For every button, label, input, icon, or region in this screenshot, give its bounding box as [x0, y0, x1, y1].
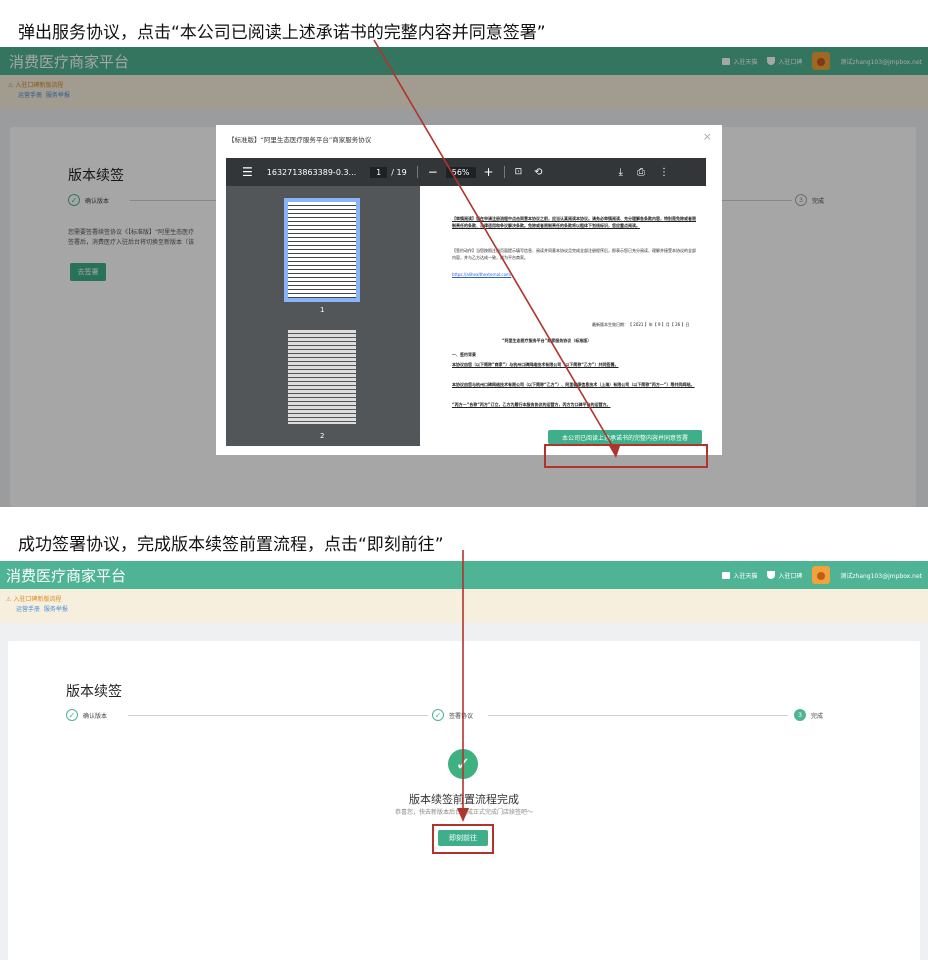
step-confirm-version-2: ✓ 确认版本 — [66, 709, 107, 721]
warning-icon: ⚠ — [6, 596, 12, 603]
check-icon: ✓ — [432, 709, 444, 721]
manual-link-2[interactable]: 运营手册 — [16, 606, 40, 613]
doc-link[interactable]: https://alihealthexternal.com/ — [452, 272, 511, 279]
check-icon: ✓ — [66, 709, 78, 721]
doc-item-3: “丙方一”合称“丙方”订立，乙方为履行本服务协议的运营方，丙方为口碑平台的运营方… — [452, 402, 611, 407]
close-icon[interactable]: × — [703, 130, 712, 143]
nav-shop-2[interactable]: 入驻天猫 — [722, 571, 757, 580]
step3-number-2: 3 — [794, 709, 806, 721]
agree-sign-button[interactable]: 本公司已阅读上述承诺书的完整内容并同意签署 — [548, 430, 702, 444]
thumbnail-2-number: 2 — [320, 432, 325, 440]
divider — [416, 166, 418, 178]
notice-line1-text-2: 入驻口碑新版流程 — [13, 596, 62, 603]
nav-reg-2[interactable]: 入驻口碑 — [767, 571, 802, 580]
notice-line1-2[interactable]: ⚠ 入驻口碑新版流程 — [6, 594, 61, 603]
zoom-in-icon[interactable]: + — [484, 165, 494, 179]
done-title: 版本续签前置流程完成 — [409, 793, 519, 806]
page-title-2: 版本续签 — [66, 684, 122, 700]
caption-top: 弹出服务协议，点击“本公司已阅读上述承诺书的完整内容并同意签署” — [18, 23, 546, 43]
menu-icon[interactable]: ☰ — [242, 165, 253, 179]
top-bar-2: 消费医疗商家平台 入驻天猫 入驻口碑 测试zhang103@jmpbox.net — [0, 561, 928, 589]
doc-date: 最新版本生效日期：【 2021 】年【 9 】月【 26 】日 — [592, 322, 690, 327]
thumbnail-2[interactable] — [288, 330, 356, 424]
more-icon[interactable]: ⋮ — [659, 167, 669, 178]
page-input[interactable]: 1 — [370, 166, 388, 178]
highlight-agree-button — [544, 444, 708, 468]
page-count: / 19 — [391, 167, 407, 177]
rotate-icon[interactable]: ⟲ — [534, 167, 542, 178]
step-line-b — [488, 715, 788, 716]
print-icon[interactable]: ⎙ — [637, 167, 645, 178]
pdf-toolbar: ☰ 1632713863389-0.3... 1 / 19 − 56% + ⊡ … — [226, 158, 706, 186]
report-link-2[interactable]: 服务举报 — [44, 606, 68, 613]
doc-item-2: 本协议由您与杭州口碑网络技术有限公司（以下简称“乙方”）、阿里健康信息技术（上海… — [452, 382, 695, 387]
pdf-thumbnails: 1 2 — [226, 186, 420, 446]
step-line-a — [128, 715, 428, 716]
pdf-filename: 1632713863389-0.3... — [266, 167, 357, 177]
thumbnail-1-number: 1 — [320, 306, 325, 314]
doc-section: 一、签约背景 — [452, 352, 476, 357]
brand-title-2: 消费医疗商家平台 — [6, 567, 127, 585]
shield-icon — [767, 571, 776, 579]
success-check-icon: ✓ — [448, 749, 478, 779]
content-card-2: 版本续签 ✓ 确认版本 ✓ 签署协议 3 完成 ✓ 版本续签前置流程完成 恭喜您，快去… — [8, 641, 920, 960]
caption-bottom: 成功签署协议，完成版本续签前置流程，点击“即刻前往” — [18, 535, 444, 555]
notice-links-2: 运营手册 服务举报 — [16, 604, 68, 613]
done-subtitle: 恭喜您，快去新版本后台完成正式完成门店续签吧～ — [394, 809, 533, 816]
download-icon[interactable]: ⤓ — [619, 167, 623, 178]
notice-bar-2: ⚠ 入驻口碑新版流程 运营手册 服务举报 — [0, 589, 928, 623]
zoom-out-icon[interactable]: − — [428, 165, 438, 179]
thumbnail-1-page — [288, 202, 356, 298]
avatar-2[interactable] — [812, 566, 831, 584]
zoom-input[interactable]: 56% — [445, 166, 476, 178]
highlight-go-button — [432, 824, 494, 854]
step3-label-2: 完成 — [811, 712, 824, 720]
nav-shop-label-2: 入驻天猫 — [733, 572, 758, 580]
agreement-modal: 【标准版】“阿里生态医疗服务平台”商家服务协议 × ☰ 163271386338… — [216, 125, 722, 455]
doc-item-1: 本协议由您（以下简称“商家”）与杭州口碑网络技术有限公司（以下简称“乙方”）共同… — [452, 362, 619, 367]
top-nav-2: 入驻天猫 入驻口碑 测试zhang103@jmpbox.net — [722, 561, 922, 589]
nav-reg-label-2: 入驻口碑 — [778, 572, 803, 580]
doc-heading: “阿里生态医疗服务平台”商家服务协议（标准版） — [502, 338, 592, 343]
doc-para-1: 【审慎阅读】您在申请注册流程中点击同意本协议之前，应当认真阅读本协议。请务必审慎… — [452, 216, 696, 228]
step-sign-agreement: ✓ 签署协议 — [432, 709, 473, 721]
user-email-2[interactable]: 测试zhang103@jmpbox.net — [840, 571, 922, 580]
step2-label: 签署协议 — [449, 712, 474, 720]
modal-title: 【标准版】“阿里生态医疗服务平台”商家服务协议 — [228, 136, 372, 144]
pdf-page-view: 【审慎阅读】您在申请注册流程中点击同意本协议之前，应当认真阅读本协议。请务必审慎… — [420, 186, 706, 446]
doc-para-2: 【签约动作】当您按照注册页面提示填写信息、阅读并同意本协议且完成全部注册程序后，… — [452, 248, 696, 260]
divider2 — [503, 166, 505, 178]
screenshot-sign-agreement: 消费医疗商家平台 入驻天猫 入驻口碑 测试zhang103@jmpbox.net… — [0, 47, 928, 507]
shop-icon — [722, 571, 731, 579]
step-done-2: 3 完成 — [794, 709, 823, 721]
fit-page-icon[interactable]: ⊡ — [515, 167, 523, 177]
thumbnail-1[interactable] — [284, 198, 360, 302]
screenshot-done: 消费医疗商家平台 入驻天猫 入驻口碑 测试zhang103@jmpbox.net… — [0, 561, 928, 960]
step1-label-2: 确认版本 — [83, 712, 108, 720]
